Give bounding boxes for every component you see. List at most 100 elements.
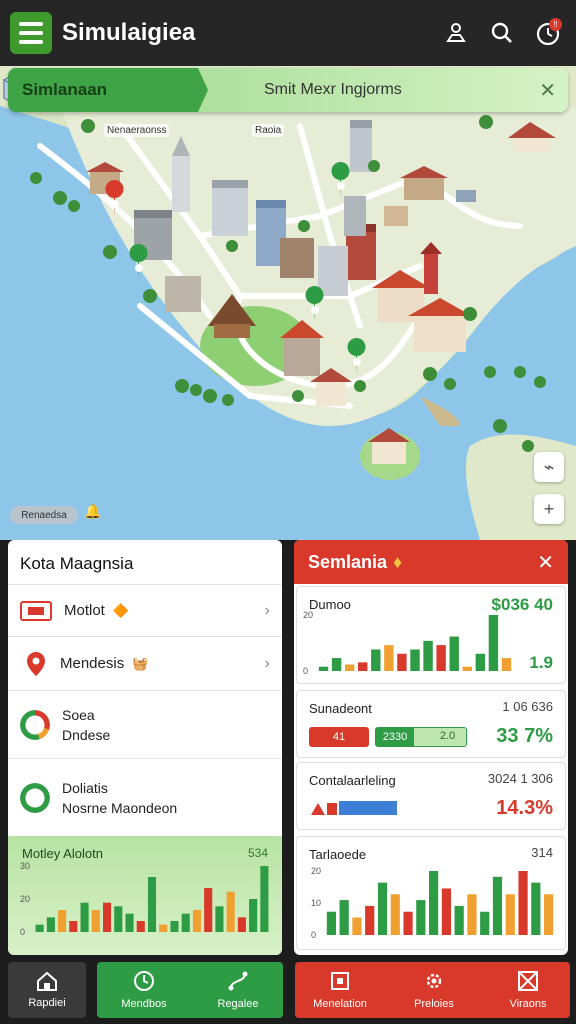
section-contalaarleling[interactable]: Contalaarleling 3024 1 306 14.3% <box>296 762 566 830</box>
simulation-panel: Semlania ♦ ✕ Dumoo $036 40 1.9 20 0 Sunad… <box>294 540 568 955</box>
section-value: 3024 1 306 <box>487 771 553 786</box>
banner-title: Simlanaan <box>8 68 208 112</box>
section-dumoo[interactable]: Dumoo $036 40 1.9 20 0 <box>296 586 566 684</box>
grid-icon <box>518 971 538 991</box>
chart-bar <box>80 902 89 932</box>
panel-item-soea[interactable]: Soea Dndese <box>8 690 282 758</box>
info-banner[interactable]: Simlanaan Smit Mexr Ingjorms ✕ <box>8 68 568 112</box>
clock-icon <box>134 971 154 991</box>
chart-bar <box>181 913 190 932</box>
zoom-in-button[interactable]: + <box>534 494 564 524</box>
chart-bar <box>237 917 246 932</box>
nav-item-preloies[interactable]: Preloies <box>392 962 476 1018</box>
section-title: Sunadeont <box>309 701 372 716</box>
chart-bar <box>416 900 426 935</box>
chart-bar <box>69 921 78 932</box>
chart-bar <box>475 653 486 671</box>
chart-bar <box>449 636 459 671</box>
nav-label: Mendbos <box>121 998 167 1010</box>
building-bars-icon <box>311 801 397 815</box>
search-icon <box>491 22 512 43</box>
chart-bar <box>358 662 368 671</box>
chart-bar <box>249 899 258 932</box>
panel-item-doliatis[interactable]: Doliatis Nosrne Maondeon <box>8 758 282 836</box>
chart-bar <box>480 911 490 935</box>
chart-bar <box>390 894 400 935</box>
nav-item-menelation[interactable]: Menelation <box>300 962 380 1018</box>
nav-item-regalee[interactable]: Regalee <box>196 962 280 1018</box>
left-bar-chart: 30 20 0 <box>20 861 269 937</box>
chart-bar <box>410 649 420 671</box>
city-info-panel: Kota Maagnsia Motlot 🔶 › Mendesis 🧺 › So… <box>8 540 282 955</box>
app-bar: Simulaigiea !! <box>0 0 576 66</box>
nav-label: Rapdiei <box>28 997 66 1009</box>
nav-label: Viraons <box>509 998 547 1010</box>
search-button[interactable] <box>484 15 520 51</box>
section-tarlaoede[interactable]: Tarlaoede 314 20 10 0 <box>296 836 566 950</box>
panel-item-label-line1: Soea <box>62 706 95 723</box>
chart-bar <box>352 917 362 935</box>
panel-title: Semlania <box>308 551 388 572</box>
chart-bar <box>192 910 201 932</box>
pill-green-value: 2.0 <box>440 730 456 742</box>
banner-close-button[interactable]: ✕ <box>539 78 556 103</box>
nav-label: Regalee <box>217 998 259 1010</box>
map-layer-chip[interactable]: Renaedsa <box>10 506 78 524</box>
home-icon <box>37 971 57 991</box>
chart-bar <box>331 658 342 671</box>
chart-bar <box>505 894 515 935</box>
panel-title: Kota Maagnsia <box>20 554 134 573</box>
chart-bar <box>147 877 157 932</box>
left-chart-card: Motley Alolotn 534 30 20 0 <box>8 836 282 955</box>
nav-item-viraons[interactable]: Viraons <box>486 962 570 1018</box>
chart-bar <box>462 666 472 671</box>
chart-bar <box>429 871 439 935</box>
chart-bar <box>215 906 224 932</box>
user-pin-button[interactable] <box>438 15 474 51</box>
chart-bar <box>226 891 235 932</box>
panel-item-motlot[interactable]: Motlot 🔶 › <box>8 584 282 636</box>
menu-button[interactable] <box>10 12 52 54</box>
chart-bar <box>518 871 528 935</box>
route-icon <box>228 971 248 991</box>
chart-bar <box>260 866 269 932</box>
nav-label: Menelation <box>313 998 367 1010</box>
panel-item-label-line1: Doliatis <box>62 779 108 796</box>
badge-icon: 🔶 <box>112 602 130 618</box>
user-pin-icon <box>446 23 466 42</box>
tarlaoede-bar-chart: 20 10 0 <box>311 866 554 940</box>
chart-bar <box>441 888 451 935</box>
chart-bar <box>136 921 145 932</box>
panel-item-mendesis[interactable]: Mendesis 🧺 › <box>8 636 282 690</box>
nav-item-rapdiei[interactable]: Rapdiei <box>8 962 86 1018</box>
nav-item-mendbos[interactable]: Mendbos <box>104 962 184 1018</box>
bottom-navigation: Rapdiei Mendbos Regalee Menelation Prelo… <box>0 962 576 1024</box>
app-title: Simulaigiea <box>62 19 196 46</box>
panel-close-button[interactable]: ✕ <box>537 550 554 575</box>
building-icon <box>331 972 349 990</box>
y-tick-label: 10 <box>311 898 321 908</box>
chart-bar <box>159 924 168 932</box>
map-pin-icon <box>27 651 45 676</box>
chevron-right-icon: › <box>264 601 270 619</box>
chart-bar <box>103 902 112 932</box>
section-sunadeont[interactable]: Sunadeont 1 06 636 41 2330 2.0 33 7% <box>296 690 566 758</box>
chart-bar <box>318 666 329 671</box>
chart-bar <box>326 911 336 935</box>
chart-bar <box>125 913 134 932</box>
zoom-out-button[interactable]: ⌁ <box>534 452 564 482</box>
y-tick-label: 20 <box>311 866 321 876</box>
y-tick-label: 0 <box>20 927 25 937</box>
chart-bar <box>114 906 123 932</box>
chart-bar <box>344 664 355 671</box>
chart-bar <box>204 888 213 932</box>
nav-label: Preloies <box>414 998 454 1010</box>
chart-bar <box>501 658 512 671</box>
chart-bar <box>46 917 55 932</box>
notification-button[interactable]: !! <box>530 15 566 51</box>
city-map[interactable]: Nenaeraonss Raoia ⌁ + <box>0 66 576 540</box>
section-value: 1 06 636 <box>502 699 553 714</box>
y-tick-label: 20 <box>20 894 30 904</box>
chart-bar <box>531 882 541 935</box>
progress-ring-icon <box>20 782 50 813</box>
